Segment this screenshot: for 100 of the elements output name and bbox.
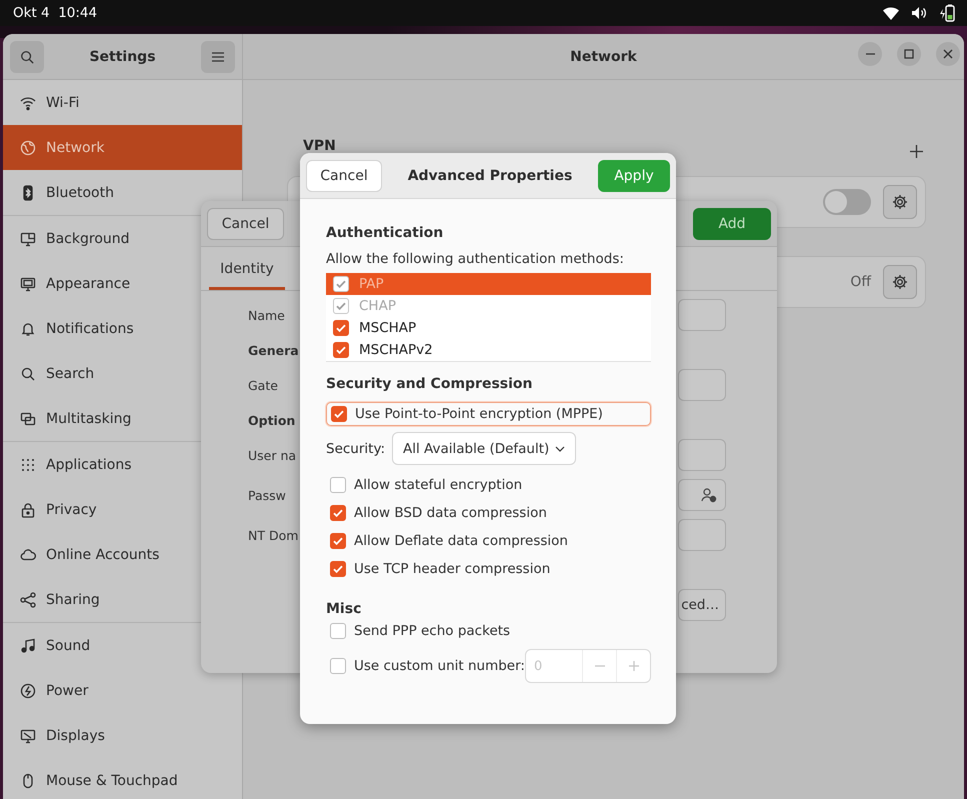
- hint-text: Allow the following authentication methods:: [326, 251, 625, 267]
- section-heading: Genera: [248, 342, 299, 358]
- checkbox[interactable]: [333, 342, 349, 358]
- section-heading: Security and Compression: [326, 376, 534, 392]
- power-icon: [20, 682, 36, 698]
- speaker-icon[interactable]: [911, 6, 927, 20]
- add-button[interactable]: Add: [693, 208, 771, 240]
- checkbox[interactable]: [333, 320, 349, 336]
- section-heading: Misc: [326, 601, 362, 617]
- settings-button[interactable]: [883, 185, 917, 219]
- display-icon: [20, 728, 36, 744]
- sidebar-item[interactable]: Applications: [3, 442, 242, 487]
- input-field[interactable]: [678, 439, 726, 471]
- sidebar-item[interactable]: Notifications: [3, 306, 242, 351]
- cancel-button[interactable]: Cancel: [306, 160, 382, 192]
- password-field[interactable]: [678, 479, 726, 511]
- list-item[interactable]: MSCHAP: [326, 317, 651, 339]
- checkmark-icon: [335, 300, 347, 312]
- chevron-down-icon: [555, 446, 566, 452]
- monitor-icon: [20, 230, 36, 246]
- globe-icon: [20, 140, 36, 156]
- checkbox[interactable]: [330, 658, 346, 674]
- checkmark-icon: [332, 535, 344, 547]
- field-label: Passw: [248, 488, 286, 502]
- sidebar-title: Settings: [89, 48, 156, 64]
- section-heading: Option: [248, 412, 296, 428]
- sidebar-item[interactable]: Wi-Fi: [3, 80, 242, 125]
- sidebar-item[interactable]: Displays: [3, 713, 242, 758]
- checkbox[interactable]: [330, 623, 346, 639]
- add-icon[interactable]: [910, 144, 923, 158]
- settings-button[interactable]: [883, 265, 917, 299]
- checkbox-row[interactable]: Use TCP header compression: [326, 555, 651, 583]
- section-heading: VPN: [303, 138, 336, 154]
- sidebar-item[interactable]: Power: [3, 668, 242, 713]
- checkbox-row[interactable]: Send PPP echo packets: [326, 617, 651, 645]
- user-icon[interactable]: [701, 487, 717, 503]
- checkmark-icon: [332, 507, 344, 519]
- sidebar-item[interactable]: Mouse & Touchpad: [3, 758, 242, 799]
- checkmark-icon: [335, 278, 347, 290]
- checkbox-row[interactable]: Allow Deflate data compression: [326, 527, 651, 555]
- gear-icon: [892, 274, 908, 290]
- monitor-icon: [20, 276, 36, 292]
- wifi-icon[interactable]: [883, 6, 899, 20]
- dialog-title: Advanced Properties: [408, 168, 572, 184]
- security-dropdown[interactable]: All Available (Default): [392, 432, 576, 465]
- music-note-icon: [20, 638, 36, 654]
- checkbox[interactable]: [330, 505, 346, 521]
- wifi-icon: [20, 94, 36, 110]
- close-button[interactable]: [936, 42, 960, 66]
- input-field[interactable]: [678, 369, 726, 401]
- checkbox-row[interactable]: Use Point-to-Point encryption (MPPE): [326, 402, 651, 426]
- cloud-icon: [20, 546, 36, 562]
- checkbox[interactable]: [330, 533, 346, 549]
- sidebar-item[interactable]: Online Accounts: [3, 532, 242, 577]
- close-icon: [943, 49, 953, 59]
- windows-icon: [20, 410, 36, 426]
- sidebar-item[interactable]: Multitasking: [3, 396, 242, 441]
- field-label: User na: [248, 448, 296, 462]
- minimize-icon: [866, 53, 874, 55]
- field-label: Gate: [248, 378, 278, 392]
- battery-icon[interactable]: [939, 4, 955, 22]
- advanced-button[interactable]: ced…: [678, 589, 726, 621]
- toggle-switch[interactable]: [823, 189, 871, 215]
- status-text: Off: [850, 274, 871, 290]
- tab[interactable]: Identity: [209, 247, 285, 290]
- input-field[interactable]: [678, 519, 726, 551]
- window-title: Network: [570, 48, 637, 64]
- checkmark-icon: [335, 344, 347, 356]
- menu-icon: [212, 52, 224, 62]
- input-field[interactable]: [678, 299, 726, 331]
- list-item[interactable]: MSCHAPv2: [326, 339, 651, 361]
- lock-icon: [20, 502, 36, 518]
- checkbox[interactable]: [330, 477, 346, 493]
- checkbox[interactable]: [331, 406, 347, 422]
- grid-icon: [20, 456, 36, 472]
- menu-button[interactable]: [201, 40, 235, 72]
- section-heading: Authentication: [326, 225, 444, 241]
- bell-icon: [20, 320, 36, 336]
- maximize-button[interactable]: [897, 42, 921, 66]
- search-icon: [20, 366, 36, 382]
- field-label: Security:: [326, 440, 386, 456]
- checkbox[interactable]: [330, 561, 346, 577]
- cancel-button[interactable]: Cancel: [207, 208, 284, 240]
- sidebar-item[interactable]: Search: [3, 351, 242, 396]
- checkmark-icon: [335, 322, 347, 334]
- sidebar-item[interactable]: Privacy: [3, 487, 242, 532]
- search-icon: [20, 50, 34, 64]
- checkmark-icon: [333, 408, 345, 420]
- field-label: Name: [248, 308, 285, 322]
- sidebar-item[interactable]: Sharing: [3, 577, 242, 622]
- date-time[interactable]: Okt 4 10:44: [13, 5, 98, 21]
- checkbox-row[interactable]: Use custom unit number:: [326, 652, 525, 680]
- checkbox-row[interactable]: Allow stateful encryption: [326, 471, 651, 499]
- share-icon: [20, 592, 36, 608]
- gear-icon: [892, 194, 908, 210]
- checkbox-row[interactable]: Allow BSD data compression: [326, 499, 651, 527]
- field-label: NT Dom: [248, 528, 298, 542]
- maximize-icon: [904, 49, 914, 59]
- search-button[interactable]: [10, 40, 44, 72]
- sidebar-item[interactable]: Sound: [3, 623, 242, 668]
